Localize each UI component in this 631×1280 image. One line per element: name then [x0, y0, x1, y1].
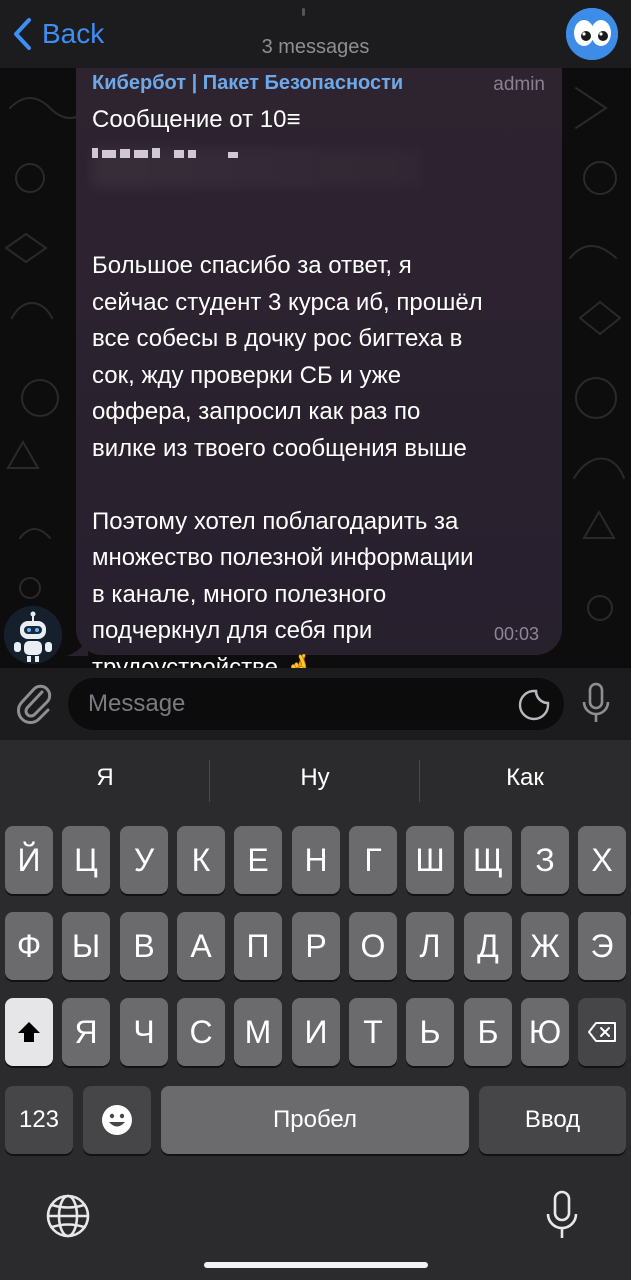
key[interactable]: З: [521, 826, 569, 894]
key[interactable]: Р: [292, 912, 340, 980]
globe-icon[interactable]: [44, 1192, 92, 1240]
suggestion-1[interactable]: Я: [0, 764, 210, 792]
key[interactable]: Ж: [521, 912, 569, 980]
key[interactable]: К: [177, 826, 225, 894]
key[interactable]: Э: [578, 912, 626, 980]
key[interactable]: У: [120, 826, 168, 894]
dictation-microphone-icon[interactable]: [544, 1190, 580, 1240]
return-key-label: Ввод: [524, 1106, 581, 1133]
message-input[interactable]: [88, 678, 508, 730]
paperclip-icon[interactable]: [14, 680, 54, 724]
key[interactable]: Щ: [464, 826, 512, 894]
key[interactable]: И: [292, 998, 340, 1066]
channel-avatar[interactable]: [566, 8, 618, 60]
message-input-bar: [0, 668, 631, 740]
key[interactable]: В: [120, 912, 168, 980]
admin-badge: admin: [493, 74, 545, 95]
eyes-emoji-avatar: [566, 8, 618, 60]
microphone-icon[interactable]: [580, 682, 612, 724]
key[interactable]: Ь: [406, 998, 454, 1066]
key[interactable]: Л: [406, 912, 454, 980]
key[interactable]: Ч: [120, 998, 168, 1066]
key[interactable]: Ц: [62, 826, 110, 894]
message-time: 00:03: [494, 624, 540, 644]
backspace-icon: [588, 1022, 616, 1042]
key[interactable]: Х: [578, 826, 626, 894]
robot-avatar[interactable]: [4, 606, 62, 664]
key[interactable]: Б: [464, 998, 512, 1066]
key[interactable]: Г: [349, 826, 397, 894]
sender-name[interactable]: Кибербот | Пакет Безопасности: [92, 72, 403, 95]
suggestion-bar: Я Ну Как: [0, 740, 631, 822]
suggestion-3[interactable]: Как: [420, 764, 630, 792]
key[interactable]: Я: [62, 998, 110, 1066]
robot-icon: [4, 606, 62, 664]
backspace-key[interactable]: [578, 998, 626, 1066]
space-key[interactable]: Пробел: [161, 1086, 469, 1154]
suggestion-2[interactable]: Ну: [210, 764, 420, 792]
chat-header: Back 3 messages: [0, 0, 631, 68]
numbers-key[interactable]: 123: [5, 1086, 73, 1154]
return-key[interactable]: Ввод: [479, 1086, 626, 1154]
key[interactable]: С: [177, 998, 225, 1066]
message-text: Сообщение от 10≡ Большое спасибо за отве…: [92, 106, 483, 668]
numbers-key-label: 123: [18, 1106, 60, 1133]
key[interactable]: Т: [349, 998, 397, 1066]
keyboard: Я Ну Как Й Ц У К Е Н Г Ш Щ З Х Ф Ы В А П…: [0, 740, 631, 1280]
space-key-label: Пробел: [273, 1106, 357, 1133]
chat-area[interactable]: Кибербот | Пакет Безопасности admin Сооб…: [0, 68, 631, 668]
shift-icon: [18, 1022, 40, 1042]
emoji-icon: [102, 1105, 132, 1135]
key[interactable]: П: [234, 912, 282, 980]
emoji-key[interactable]: [83, 1086, 151, 1154]
key[interactable]: Ш: [406, 826, 454, 894]
key[interactable]: О: [349, 912, 397, 980]
key[interactable]: Ю: [521, 998, 569, 1066]
message-field[interactable]: [68, 678, 564, 730]
key[interactable]: Н: [292, 826, 340, 894]
key[interactable]: Й: [5, 826, 53, 894]
sticker-icon[interactable]: [518, 689, 550, 721]
shift-key[interactable]: [5, 998, 53, 1066]
key[interactable]: Д: [464, 912, 512, 980]
status-dot: [302, 8, 305, 16]
key[interactable]: Е: [234, 826, 282, 894]
message-count: 3 messages: [261, 36, 370, 58]
key[interactable]: М: [234, 998, 282, 1066]
key[interactable]: Ф: [5, 912, 53, 980]
key[interactable]: Ы: [62, 912, 110, 980]
key[interactable]: А: [177, 912, 225, 980]
home-indicator[interactable]: [204, 1262, 428, 1268]
